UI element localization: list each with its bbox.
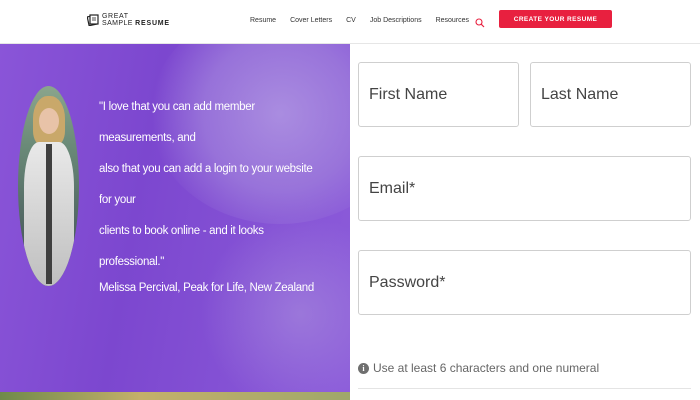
nav-cover-letters[interactable]: Cover Letters (290, 17, 332, 24)
avatar (18, 86, 79, 286)
testimonial-panel: "I love that you can add member measurem… (0, 44, 350, 400)
logo-text-line2b: RESUME (135, 20, 170, 27)
quote-line: also that you can add a login to your we… (99, 163, 313, 206)
signup-form: First Name Last Name Email* Password* i … (350, 44, 700, 400)
logo[interactable]: GREAT SAMPLE RESUME (87, 10, 170, 30)
testimonial-quote: "I love that you can add member measurem… (99, 92, 321, 278)
password-hint: i Use at least 6 characters and one nume… (358, 360, 599, 376)
last-name-field[interactable]: Last Name (530, 62, 691, 127)
password-hint-text: Use at least 6 characters and one numera… (373, 361, 600, 375)
email-field[interactable]: Email* (358, 156, 691, 221)
photo-strip (0, 392, 350, 400)
quote-line: clients to book online - and it looks pr… (99, 225, 264, 268)
nav-job-descriptions[interactable]: Job Descriptions (370, 17, 422, 24)
first-name-field[interactable]: First Name (358, 62, 519, 127)
divider (358, 388, 691, 389)
search-icon[interactable] (475, 15, 485, 28)
create-resume-button[interactable]: CREATE YOUR RESUME (499, 10, 612, 28)
nav-cv[interactable]: CV (346, 17, 356, 24)
nav-resume[interactable]: Resume (250, 17, 276, 24)
logo-text-line1: GREAT (102, 13, 129, 20)
main-nav: Resume Cover Letters CV Job Descriptions… (250, 14, 483, 26)
site-header: GREAT SAMPLE RESUME Resume Cover Letters… (0, 0, 700, 44)
testimonial-author: Melissa Percival, Peak for Life, New Zea… (99, 282, 314, 294)
nav-resources[interactable]: Resources (436, 17, 469, 24)
logo-text-line2a: SAMPLE (102, 20, 136, 27)
quote-line: "I love that you can add member measurem… (99, 101, 255, 144)
logo-icon (87, 14, 99, 26)
info-icon: i (358, 362, 369, 374)
password-field[interactable]: Password* (358, 250, 691, 315)
